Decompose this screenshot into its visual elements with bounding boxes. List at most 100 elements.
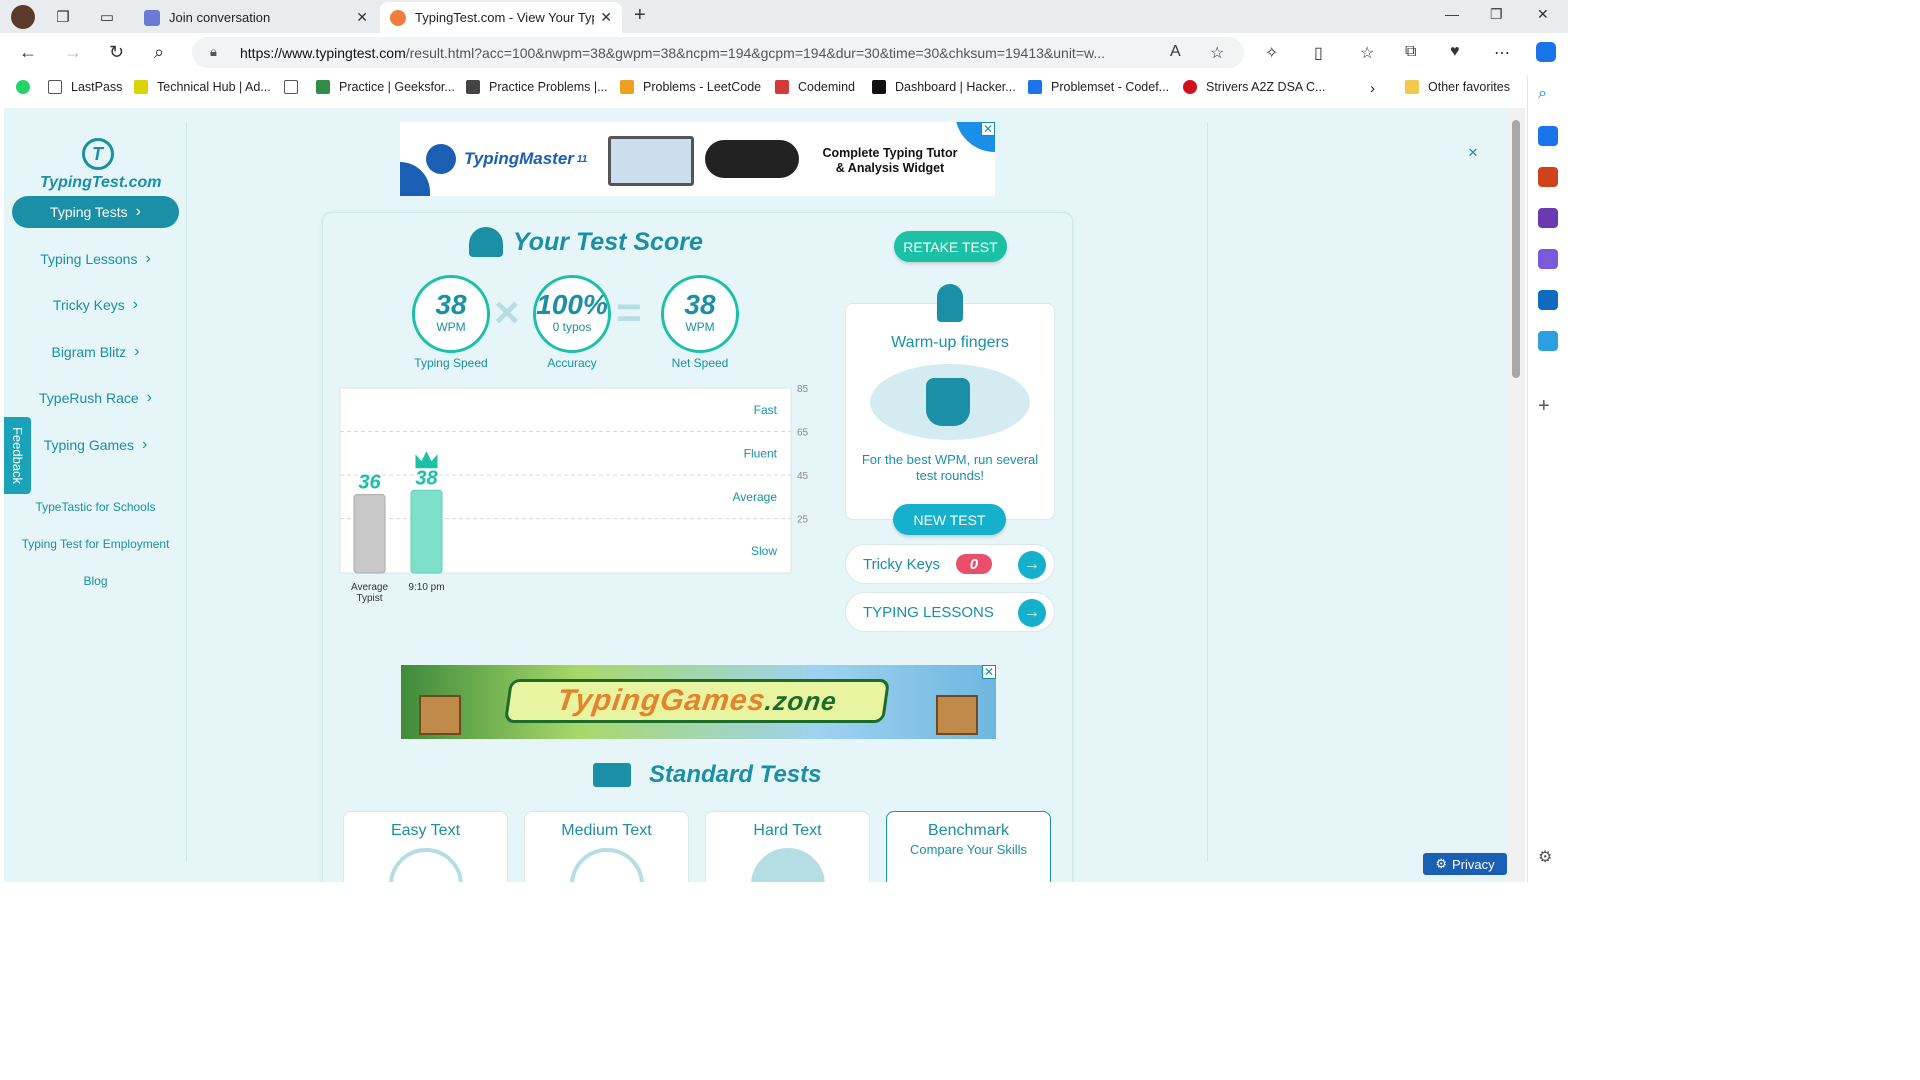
close-window-icon[interactable]: ✕ xyxy=(1537,6,1549,23)
bookmark-item[interactable]: Practice Problems |... xyxy=(466,80,608,94)
sidebar-item-bigram-blitz[interactable]: Bigram Blitz › xyxy=(12,336,179,368)
send-icon[interactable] xyxy=(1538,331,1558,351)
site-logo[interactable]: T TypingTest.com xyxy=(40,138,162,192)
bookmark-item[interactable] xyxy=(284,80,307,94)
test-card-title: Benchmark xyxy=(928,822,1009,839)
edge-sidebar: ⌕ + ⚙ xyxy=(1527,75,1568,882)
bookmark-item[interactable]: Practice | Geeksfor... xyxy=(316,80,455,94)
bookmarks-overflow-icon[interactable]: › xyxy=(1370,80,1375,97)
sidebar-item-typing-lessons[interactable]: Typing Lessons › xyxy=(12,243,179,275)
folder-icon xyxy=(1405,80,1419,94)
bookmark-item[interactable]: Dashboard | Hacker... xyxy=(872,80,1016,94)
forward-icon[interactable]: → xyxy=(64,42,82,63)
restore-icon[interactable]: ❐ xyxy=(1490,6,1503,23)
stat-label: Net Speed xyxy=(671,356,729,370)
ad-copy: Complete Typing Tutor & Analysis Widget xyxy=(805,146,975,176)
outlook-icon[interactable] xyxy=(1538,290,1558,310)
stat-unit: 0 typos xyxy=(552,320,592,334)
new-test-button[interactable]: NEW TEST xyxy=(893,504,1006,535)
chevron-right-icon: › xyxy=(132,296,139,313)
test-card-medium[interactable]: Medium Text xyxy=(524,811,689,882)
link-blog[interactable]: Blog xyxy=(4,574,187,588)
minimize-icon[interactable]: — xyxy=(1445,6,1459,22)
other-favorites-label: Other favorites xyxy=(1428,80,1510,94)
data-label: 38 xyxy=(415,467,438,489)
workspaces-icon[interactable]: ❐ xyxy=(48,2,78,32)
test-card-easy[interactable]: Easy Text xyxy=(343,811,508,882)
hand-illustration xyxy=(870,364,1030,440)
collections-icon[interactable]: ⧉ xyxy=(1405,43,1416,61)
close-tab-icon[interactable]: ✕ xyxy=(356,9,368,26)
ad-close-icon[interactable]: ✕ xyxy=(1466,146,1480,160)
other-favorites[interactable]: Other favorites xyxy=(1405,80,1510,94)
search-icon[interactable]: ⌕ xyxy=(154,42,164,63)
refresh-icon[interactable]: ↻ xyxy=(109,42,124,63)
ad-close-icon[interactable]: ✕ xyxy=(981,122,995,136)
feedback-label: Feedback xyxy=(10,426,25,485)
close-tab-icon[interactable]: ✕ xyxy=(600,9,612,26)
retake-test-button[interactable]: RETAKE TEST xyxy=(894,231,1007,262)
test-card-hard[interactable]: Hard Text xyxy=(705,811,870,882)
score-title-text: Your Test Score xyxy=(513,227,703,256)
ad-banner-typinggames[interactable]: TypingGames .zone ✕ xyxy=(401,665,996,739)
laptop-image xyxy=(608,136,694,186)
sidebar-item-tricky-keys[interactable]: Tricky Keys › xyxy=(12,289,179,321)
url-path: /result.html?acc=100&nwpm=38&gwpm=38&ncp… xyxy=(405,44,1106,61)
arrow-right-icon: → xyxy=(1018,599,1046,627)
sidebar-item-typing-tests[interactable]: Typing Tests › xyxy=(12,196,179,228)
bookmark-item[interactable]: LastPass xyxy=(48,80,122,94)
feedback-tab[interactable]: Feedback xyxy=(4,417,31,494)
tricky-keys-link[interactable]: Tricky Keys 0 → xyxy=(845,544,1055,584)
sidebar-item-typerush-race[interactable]: TypeRush Race › xyxy=(12,382,179,414)
stat-net-speed: 38 WPM xyxy=(661,275,739,353)
tools-icon[interactable] xyxy=(1538,167,1558,187)
profile-icon[interactable] xyxy=(8,2,38,32)
extensions-icon[interactable]: ✧ xyxy=(1265,43,1278,63)
y-tick-label: 25 xyxy=(797,515,809,526)
split-screen-icon[interactable]: ▯ xyxy=(1314,43,1323,63)
copilot-icon[interactable] xyxy=(1536,42,1556,62)
tab-title: TypingTest.com - View Your Typir xyxy=(415,10,595,25)
favorites-icon[interactable]: ☆ xyxy=(1360,43,1374,63)
health-icon[interactable]: ♥ xyxy=(1450,43,1460,61)
shopping-icon[interactable] xyxy=(1538,126,1558,146)
data-label: 36 xyxy=(358,472,381,494)
scrollbar-thumb[interactable] xyxy=(1512,120,1520,378)
read-aloud-icon[interactable]: A xyxy=(1170,43,1181,61)
sidebar-item-typing-games[interactable]: Typing Games › xyxy=(12,429,179,461)
privacy-button[interactable]: ⚙ Privacy xyxy=(1423,853,1507,875)
tab-join-conversation[interactable]: Join conversation ✕ xyxy=(134,2,378,33)
bookmark-whatsapp[interactable] xyxy=(16,80,39,94)
arrow-right-icon: → xyxy=(1018,551,1046,579)
games-icon[interactable] xyxy=(1538,208,1558,228)
ad-close-icon[interactable]: ✕ xyxy=(982,665,996,679)
back-icon[interactable]: ← xyxy=(19,42,37,63)
ad-games-brand: TypingGames xyxy=(554,684,768,717)
search-icon[interactable]: ⌕ xyxy=(1538,85,1558,105)
page-scrollbar[interactable] xyxy=(1507,108,1525,882)
add-icon[interactable]: + xyxy=(1538,395,1558,417)
bookmark-item[interactable]: Technical Hub | Ad... xyxy=(134,80,271,94)
settings-icon[interactable]: ⚙ xyxy=(1538,847,1558,867)
tab-typingtest[interactable]: TypingTest.com - View Your Typir ✕ xyxy=(380,2,622,33)
new-tab-button[interactable]: + xyxy=(634,4,646,27)
band-label: Fluent xyxy=(744,446,778,460)
link-typetastic[interactable]: TypeTastic for Schools xyxy=(4,500,187,514)
bookmark-item[interactable]: Strivers A2Z DSA C... xyxy=(1183,80,1325,94)
copilot-sidebar-icon[interactable] xyxy=(1538,249,1558,269)
bookmark-item[interactable]: Problems - LeetCode xyxy=(620,80,761,94)
ad-banner-typingmaster[interactable]: TypingMaster 11 Complete Typing Tutor & An… xyxy=(400,122,995,196)
vertical-tabs-icon[interactable]: ▭ xyxy=(92,2,122,32)
bookmark-label: Practice Problems |... xyxy=(489,80,608,94)
typing-lessons-link[interactable]: TYPING LESSONS → xyxy=(845,592,1055,632)
test-card-benchmark[interactable]: Benchmark Compare Your Skills xyxy=(886,811,1051,882)
lock-icon[interactable]: 🔒︎ xyxy=(210,44,217,60)
link-typing-test-employment[interactable]: Typing Test for Employment xyxy=(4,537,187,551)
bookmark-item[interactable]: Problemset - Codef... xyxy=(1028,80,1169,94)
more-menu-icon[interactable]: ⋯ xyxy=(1494,43,1510,63)
favorite-star-icon[interactable]: ☆ xyxy=(1210,43,1224,63)
url-field[interactable]: 🔒︎ https://www.typingtest.com/result.htm… xyxy=(192,37,1244,68)
bookmark-item[interactable]: Codemind xyxy=(775,80,855,94)
right-divider xyxy=(1207,122,1208,862)
sidebar: T TypingTest.com Typing Tests › Typing Le… xyxy=(4,122,187,862)
